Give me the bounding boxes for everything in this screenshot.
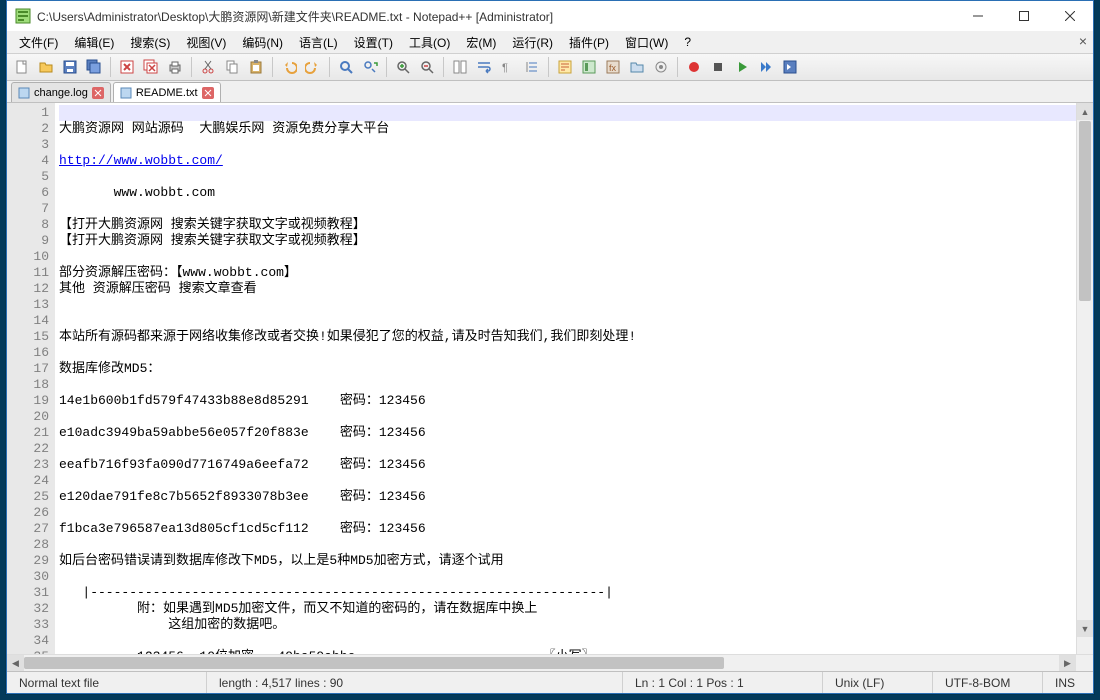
menu-macro[interactable]: 宏(M)	[458, 32, 504, 53]
menu-encoding[interactable]: 编码(N)	[234, 32, 291, 53]
scroll-corner	[1076, 655, 1093, 672]
stop-macro-button[interactable]	[707, 56, 729, 78]
status-overwrite[interactable]: INS	[1043, 672, 1093, 693]
toolbar-separator	[329, 57, 330, 77]
print-button[interactable]	[164, 56, 186, 78]
toolbar-separator	[110, 57, 111, 77]
scroll-right-arrow-icon[interactable]: ▶	[1059, 655, 1076, 672]
tab-bar: change.log README.txt	[7, 81, 1093, 103]
text-editor[interactable]: 大鹏资源网 网站源码 大鹏娱乐网 资源免费分享大平台http://www.wob…	[55, 103, 1093, 654]
status-encoding[interactable]: UTF-8-BOM	[933, 672, 1043, 693]
doc-map-button[interactable]	[578, 56, 600, 78]
redo-button[interactable]	[302, 56, 324, 78]
svg-text:fx: fx	[609, 63, 617, 73]
indent-guide-button[interactable]	[521, 56, 543, 78]
save-macro-button[interactable]	[779, 56, 801, 78]
toolbar-separator	[191, 57, 192, 77]
find-button[interactable]	[335, 56, 357, 78]
monitoring-button[interactable]	[650, 56, 672, 78]
play-macro-multi-button[interactable]	[755, 56, 777, 78]
folder-as-workspace-button[interactable]	[626, 56, 648, 78]
save-all-button[interactable]	[83, 56, 105, 78]
show-all-chars-button[interactable]: ¶	[497, 56, 519, 78]
undo-button[interactable]	[278, 56, 300, 78]
tab-close-icon[interactable]	[92, 87, 104, 99]
menu-search[interactable]: 搜索(S)	[122, 32, 178, 53]
menu-language[interactable]: 语言(L)	[291, 32, 346, 53]
vertical-scrollbar[interactable]: ▲ ▼	[1076, 103, 1093, 654]
sync-vscroll-button[interactable]	[449, 56, 471, 78]
word-wrap-button[interactable]	[473, 56, 495, 78]
minimize-button[interactable]	[955, 1, 1001, 31]
close-button[interactable]	[1047, 1, 1093, 31]
status-eol[interactable]: Unix (LF)	[823, 672, 933, 693]
menu-run[interactable]: 运行(R)	[504, 32, 561, 53]
open-file-button[interactable]	[35, 56, 57, 78]
vscroll-thumb[interactable]	[1079, 121, 1091, 301]
status-bar: Normal text file length : 4,517 lines : …	[7, 671, 1093, 693]
toolbar-separator	[548, 57, 549, 77]
file-tab-changelog[interactable]: change.log	[11, 82, 111, 102]
toolbar-separator	[677, 57, 678, 77]
tab-close-icon[interactable]	[202, 87, 214, 99]
menu-tools[interactable]: 工具(O)	[401, 32, 458, 53]
toolbar-separator	[443, 57, 444, 77]
menu-help[interactable]: ?	[676, 33, 699, 51]
status-position: Ln : 1 Col : 1 Pos : 1	[623, 672, 823, 693]
scroll-up-arrow-icon[interactable]: ▲	[1077, 103, 1093, 120]
copy-button[interactable]	[221, 56, 243, 78]
menu-bar: 文件(F) 编辑(E) 搜索(S) 视图(V) 编码(N) 语言(L) 设置(T…	[7, 31, 1093, 53]
scroll-left-arrow-icon[interactable]: ◀	[7, 655, 24, 672]
tab-label: change.log	[34, 87, 88, 99]
menu-window[interactable]: 窗口(W)	[617, 32, 676, 53]
play-macro-button[interactable]	[731, 56, 753, 78]
menu-view[interactable]: 视图(V)	[178, 32, 234, 53]
zoom-in-button[interactable]	[392, 56, 414, 78]
window-buttons	[955, 1, 1093, 31]
toolbar: ¶ fx	[7, 53, 1093, 81]
window-title: C:\Users\Administrator\Desktop\大鹏资源网\新建文…	[37, 8, 955, 25]
svg-text:¶: ¶	[502, 62, 508, 74]
hscroll-track[interactable]	[24, 655, 1059, 671]
new-file-button[interactable]	[11, 56, 33, 78]
toolbar-separator	[272, 57, 273, 77]
mdi-close-icon[interactable]: ×	[1079, 33, 1087, 49]
user-lang-button[interactable]	[554, 56, 576, 78]
status-length: length : 4,517 lines : 90	[207, 672, 623, 693]
status-filetype: Normal text file	[7, 672, 207, 693]
app-icon	[15, 8, 31, 24]
replace-button[interactable]	[359, 56, 381, 78]
close-file-button[interactable]	[116, 56, 138, 78]
editor-area: 1234567891011121314151617181920212223242…	[7, 103, 1093, 654]
file-icon	[18, 87, 30, 99]
scroll-down-arrow-icon[interactable]: ▼	[1077, 620, 1093, 637]
hscroll-thumb[interactable]	[24, 657, 724, 669]
menu-plugins[interactable]: 插件(P)	[561, 32, 617, 53]
save-button[interactable]	[59, 56, 81, 78]
title-bar[interactable]: C:\Users\Administrator\Desktop\大鹏资源网\新建文…	[7, 1, 1093, 31]
record-macro-button[interactable]	[683, 56, 705, 78]
app-window: C:\Users\Administrator\Desktop\大鹏资源网\新建文…	[6, 0, 1094, 694]
file-tab-readme[interactable]: README.txt	[113, 82, 221, 102]
toolbar-separator	[386, 57, 387, 77]
menu-edit[interactable]: 编辑(E)	[66, 32, 122, 53]
close-all-button[interactable]	[140, 56, 162, 78]
file-icon	[120, 87, 132, 99]
line-number-gutter[interactable]: 1234567891011121314151617181920212223242…	[7, 103, 55, 654]
zoom-out-button[interactable]	[416, 56, 438, 78]
cut-button[interactable]	[197, 56, 219, 78]
menu-file[interactable]: 文件(F)	[11, 32, 66, 53]
menu-settings[interactable]: 设置(T)	[346, 32, 401, 53]
function-list-button[interactable]: fx	[602, 56, 624, 78]
paste-button[interactable]	[245, 56, 267, 78]
maximize-button[interactable]	[1001, 1, 1047, 31]
horizontal-scrollbar[interactable]: ◀ ▶	[7, 654, 1093, 671]
tab-label: README.txt	[136, 87, 198, 99]
